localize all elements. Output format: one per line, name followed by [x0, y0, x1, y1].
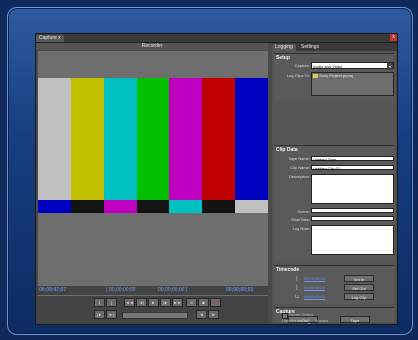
log-clip-button[interactable]: Log Clip	[344, 293, 374, 300]
color-bar-mid-0	[38, 200, 71, 213]
logging-panel: Setup Capture: Audio and Video ▾ Log Cli…	[272, 51, 396, 323]
scene-label: Scene:	[297, 209, 310, 214]
capture-options: Scene Detect Handles: 0 frames	[282, 312, 392, 323]
color-bar-mid-3	[136, 200, 170, 213]
log-clips-value: Sony Project.prproj	[319, 73, 354, 78]
duration-icon: ⊔	[295, 294, 299, 300]
folder-icon	[313, 73, 318, 78]
log-clips-bin[interactable]: Sony Project.prproj	[311, 72, 394, 96]
color-bar-top-3	[136, 78, 170, 200]
transport-controls: { } ◄◄ ◄| ► |► ►► II ■ ● {► ►} ◄ ►	[36, 296, 268, 324]
color-bar-top-1	[70, 78, 104, 200]
timecode-bar: 00;00;47;07 { 00;00;00;00 00;00;00;00 } …	[36, 286, 268, 295]
color-bar-top-0	[38, 78, 71, 200]
log-note-field[interactable]	[311, 225, 394, 255]
duration-timecode: 00;00;00;01	[226, 287, 254, 293]
color-bars-mid	[38, 200, 269, 213]
frames-label: frames	[316, 318, 329, 323]
rewind-button[interactable]: ◄◄	[124, 298, 135, 307]
set-in-button[interactable]: {	[94, 298, 105, 307]
log-clips-label: Log Clips To:	[286, 73, 310, 78]
timecode-out-value[interactable]: 00;00;00;00	[304, 285, 325, 290]
step-back-button[interactable]: ◄|	[136, 298, 147, 307]
set-in-button-panel[interactable]: Set In	[344, 275, 374, 282]
shot-take-label: Shot/Take:	[291, 217, 310, 222]
color-bar-top-4	[169, 78, 203, 200]
timecode-header: Timecode	[276, 267, 300, 273]
timecode-in-value[interactable]: 00;00;00;00	[304, 276, 325, 281]
description-label: Description:	[288, 174, 310, 179]
in-timecode[interactable]: { 00;00;00;00	[106, 287, 135, 293]
tab-capture-label: Capture	[39, 35, 57, 41]
color-bars-top	[38, 78, 269, 200]
handles-label: Handles:	[282, 318, 298, 323]
setup-header: Setup	[276, 55, 290, 61]
clip-name-label: Clip Name:	[290, 165, 310, 170]
color-bar-top-2	[103, 78, 137, 200]
monitor-title: Recorder	[36, 43, 268, 50]
set-out-button[interactable]: }	[106, 298, 117, 307]
timecode-section: Timecode { 00;00;00;00 Set In } 00;00;00…	[274, 265, 394, 304]
tab-settings[interactable]: Settings	[298, 44, 322, 51]
color-bar-mid-4	[169, 200, 203, 213]
setup-section: Setup Capture: Audio and Video ▾ Log Cli…	[274, 53, 394, 102]
color-bar-mid-5	[202, 200, 236, 213]
record-button[interactable]: ●	[210, 298, 221, 307]
jog-back-button[interactable]: ◄	[196, 310, 207, 319]
tape-name-label: Tape Name:	[288, 156, 310, 161]
tape-name-field[interactable]: Untitled Tape	[311, 156, 394, 162]
color-bars-low	[38, 213, 268, 256]
fast-forward-button[interactable]: ►►	[172, 298, 183, 307]
color-bar-top-5	[202, 78, 236, 200]
color-bar-mid-6	[235, 200, 269, 213]
clip-data-section: Clip Data Tape Name: Untitled Tape Clip …	[274, 145, 394, 262]
scene-field[interactable]	[311, 208, 394, 213]
stop-button[interactable]: ■	[198, 298, 209, 307]
jog-forward-button[interactable]: ►	[208, 310, 219, 319]
tab-capture[interactable]: Capture x	[36, 35, 64, 42]
chevron-down-icon: ▾	[387, 63, 393, 70]
clip-data-header: Clip Data	[276, 147, 298, 153]
tab-close-icon[interactable]: x	[58, 35, 61, 41]
step-forward-button[interactable]: |►	[160, 298, 171, 307]
capture-select[interactable]: Audio and Video ▾	[311, 62, 394, 70]
capture-window: Capture x x Recorder 00;00;47;07 { 00;00…	[35, 33, 398, 325]
logging-tab-bar: Logging Settings	[272, 43, 397, 51]
capture-label: Capture:	[294, 63, 310, 68]
shuttle-slider[interactable]	[122, 312, 188, 319]
set-out-button-panel[interactable]: Set Out	[344, 284, 374, 291]
clip-name-field[interactable]: Untitled Clip 01	[311, 165, 394, 171]
color-bar-top-6	[235, 78, 269, 200]
out-point-icon: }	[296, 285, 298, 291]
in-point-icon: {	[296, 276, 298, 282]
window-close-button[interactable]: x	[390, 34, 397, 41]
handles-value[interactable]: 0	[308, 318, 310, 323]
color-bar-mid-2	[103, 200, 137, 213]
go-to-out-button[interactable]: ►}	[106, 310, 117, 319]
color-bar-mid-1	[70, 200, 104, 213]
log-note-label: Log Note:	[292, 226, 310, 231]
scene-detect-label: Scene Detect	[289, 312, 314, 317]
out-timecode[interactable]: 00;00;00;00 }	[158, 287, 187, 293]
tab-logging[interactable]: Logging	[272, 44, 296, 51]
capture-select-value: Audio and Video	[313, 64, 343, 69]
timecode-duration-value[interactable]: 00;00;00;01	[304, 294, 325, 299]
go-to-in-button[interactable]: {►	[94, 310, 105, 319]
tab-bar: Capture x	[36, 34, 397, 43]
description-field[interactable]	[311, 174, 394, 204]
video-monitor	[38, 51, 269, 303]
shot-take-field[interactable]	[311, 216, 394, 221]
play-button[interactable]: ►	[148, 298, 159, 307]
current-timecode[interactable]: 00;00;47;07	[39, 287, 66, 293]
pause-button[interactable]: II	[186, 298, 197, 307]
